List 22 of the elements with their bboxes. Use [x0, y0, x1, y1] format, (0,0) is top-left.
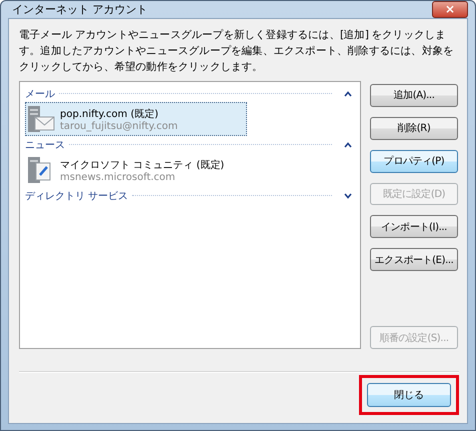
account-item[interactable]: マイクロソフト コミュニティ (既定) msnews.microsoft.com — [25, 153, 247, 187]
action-button[interactable]: インポート(I)... — [370, 215, 458, 238]
action-button[interactable]: 削除(R) — [370, 116, 458, 140]
collapse-icon[interactable] — [344, 90, 352, 96]
action-button[interactable]: プロパティ(P) — [370, 150, 458, 173]
action-button[interactable]: 追加(A)... — [370, 84, 458, 107]
account-item[interactable]: pop.nifty.com (既定) tarou_fujitsu@nifty.com — [25, 102, 247, 136]
account-list[interactable]: メール pop.nifty.com (既定) tarou_fujitsu@nifty.com ニュース マイクロソフト コミュニティ (既定) msnews.microsoft.com ディレクトリ サービス — [19, 81, 361, 349]
description-text: 電子メール アカウントやニュースグループを新しく登録するには、[追加] をクリックします。追加したアカウントやニュースグループを編集、エクスポート、削除するには、対象をクリックしてから、希望の動作をクリックします。 — [19, 28, 455, 75]
action-button[interactable]: エクスポート(E)... — [370, 248, 458, 272]
close-dialog-button[interactable]: 閉じる — [367, 383, 451, 407]
account-address: msnews.microsoft.com — [60, 172, 176, 182]
group-label: ニュース — [25, 138, 65, 152]
expand-icon[interactable] — [344, 192, 352, 198]
collapse-icon[interactable] — [344, 142, 352, 148]
account-name: pop.nifty.com (既定) — [60, 108, 160, 120]
window-title: インターネット アカウント — [12, 2, 148, 17]
group-label: メール — [25, 88, 55, 100]
mail-server-icon — [26, 104, 56, 134]
account-name: マイクロソフト コミュニティ (既定) — [60, 158, 224, 172]
account-address: tarou_fujitsu@nifty.com — [60, 120, 178, 132]
group-label: ディレクトリ サービス — [25, 190, 128, 202]
